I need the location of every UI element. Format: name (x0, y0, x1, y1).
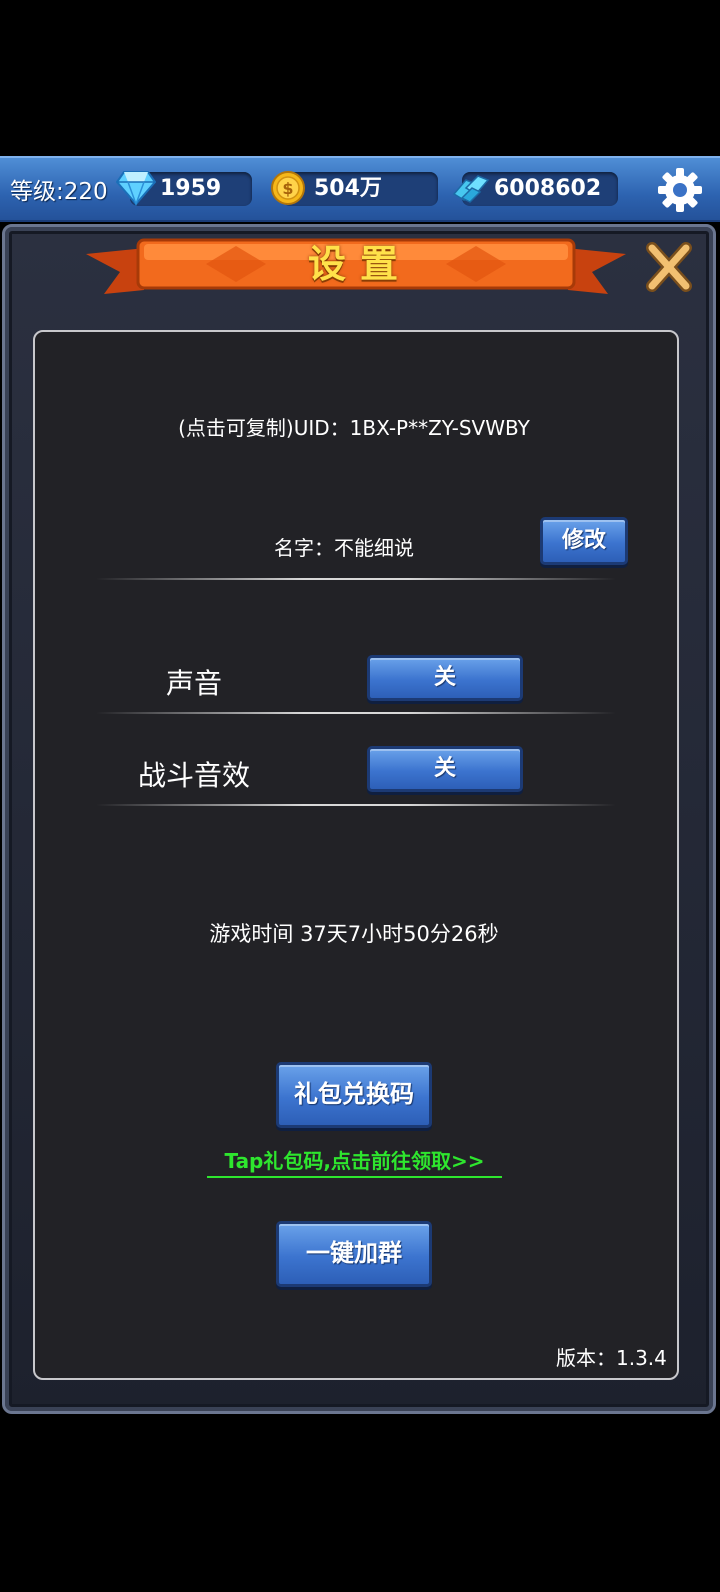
crystal-icon (452, 175, 490, 203)
player-name: 名字：不能细说 (274, 536, 414, 560)
version-text: 版本：1.3.4 (556, 1346, 667, 1370)
gift-code-link[interactable]: Tap礼包码,点击前往领取>> (207, 1148, 502, 1178)
close-icon[interactable] (644, 240, 694, 294)
divider (96, 578, 616, 580)
divider (96, 712, 616, 714)
gold-coin-icon: $ (271, 171, 305, 205)
diamond-count: 1959 (160, 176, 222, 201)
diamond-icon (116, 171, 156, 206)
gear-icon[interactable] (656, 166, 704, 214)
modify-name-button[interactable]: 修改 (540, 517, 628, 565)
battle-sound-label: 战斗音效 (138, 759, 251, 792)
sound-label: 声音 (166, 667, 223, 700)
resource-bar: 等级:220 1959 504万 $ 6008602 (0, 156, 720, 222)
gold-count: 504万 (314, 176, 382, 201)
dialog-title: 设置 (307, 242, 412, 286)
crystal-count: 6008602 (494, 176, 602, 201)
svg-text:$: $ (282, 179, 293, 198)
uid-text[interactable]: (点击可复制)UID：1BX-P**ZY-SVWBY (0, 412, 708, 441)
gift-code-button[interactable]: 礼包兑换码 (276, 1062, 432, 1128)
sound-toggle[interactable]: 关 (367, 655, 523, 701)
play-time: 游戏时间 37天7小时50分26秒 (209, 922, 499, 946)
player-level: 等级:220 (10, 179, 108, 205)
join-group-button[interactable]: 一键加群 (276, 1221, 432, 1287)
divider (96, 804, 616, 806)
battle-sound-toggle[interactable]: 关 (367, 746, 523, 792)
